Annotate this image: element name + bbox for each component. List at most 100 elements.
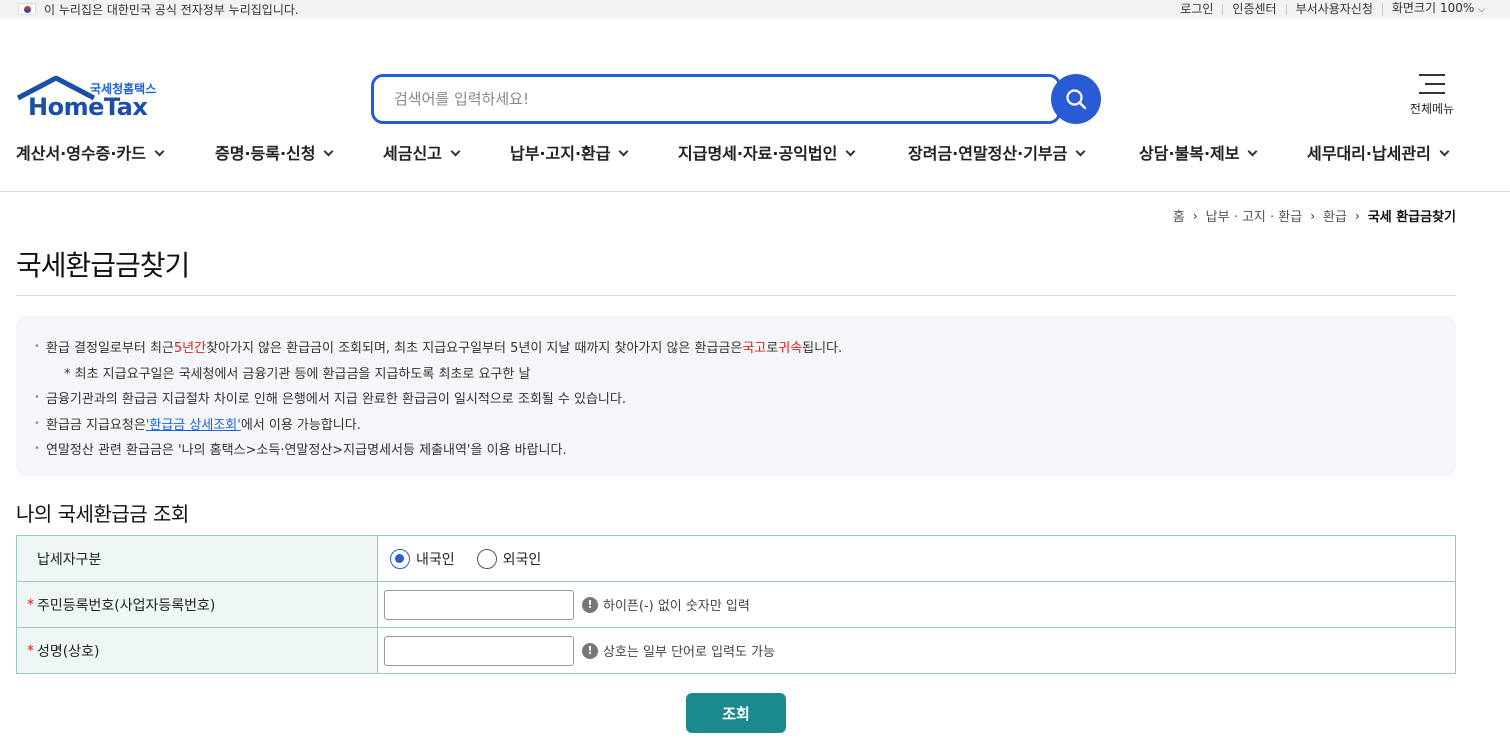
name-label: 성명(상호) — [37, 643, 100, 660]
radio-label: 내국인 — [416, 551, 455, 568]
info-text: * 최초 지급요구일은 국세청에서 금융기관 등에 환급금을 지급하도록 최초로… — [64, 366, 531, 382]
radio-unchecked-icon — [476, 548, 497, 569]
required-mark: * — [27, 642, 34, 659]
hometax-logo[interactable]: 국세청홈택스 HomeTax — [16, 58, 176, 128]
bullet-icon: • — [34, 443, 40, 455]
nav-label: 상담·불복·제보 — [1139, 144, 1240, 163]
name-hint: ! 상호는 일부 단어로 입력도 가능 — [582, 641, 775, 660]
rrn-label: 주민등록번호(사업자등록번호) — [37, 597, 216, 614]
breadcrumb: 홈 › 납부 · 고지 · 환급 › 환급 › 국세 환급금찾기 — [1173, 206, 1456, 226]
nav-item-invoice[interactable]: 계산서·영수증·카드 — [16, 140, 165, 164]
info-text: 금융기관과의 환급금 지급절차 차이로 인해 은행에서 지급 완료한 환급금이 … — [46, 392, 626, 408]
hint-text: 상호는 일부 단어로 입력도 가능 — [603, 645, 776, 660]
hint-text: 하이픈(-) 없이 숫자만 입력 — [603, 599, 750, 614]
gov-notice-bar: 이 누리집은 대한민국 공식 전자정부 누리집입니다. 로그인 인증센터 부서사… — [0, 0, 1510, 18]
chevron-down-icon — [1439, 146, 1450, 157]
info-text: 환급금 지급요청은 — [46, 417, 146, 433]
login-link[interactable]: 로그인 — [1171, 3, 1222, 15]
zoom-value: 100% — [1440, 0, 1475, 15]
bullet-icon: • — [34, 392, 40, 404]
info-text: 됩니다. — [802, 341, 843, 357]
submit-search-button[interactable]: 조회 — [686, 693, 786, 733]
info-line-sub: * 최초 지급요구일은 국세청에서 금융기관 등에 환급금을 지급하도록 최초로… — [34, 360, 1438, 386]
info-text: 에서 이용 가능합니다. — [240, 417, 361, 433]
hamburger-icon — [1419, 74, 1445, 94]
page-title: 국세환급금찾기 — [16, 249, 190, 282]
radio-label: 외국인 — [502, 551, 542, 568]
all-menu-button[interactable]: 전체메뉴 — [1404, 74, 1460, 117]
search-button[interactable] — [1051, 74, 1101, 124]
chevron-down-icon — [845, 146, 856, 157]
nav-item-payment[interactable]: 납부·고지·환급 — [510, 140, 629, 164]
nav-item-statements[interactable]: 지급명세·자료·공익법인 — [678, 140, 856, 164]
info-text: 환급 결정일로부터 최근 — [46, 341, 174, 357]
chevron-down-icon — [619, 146, 629, 157]
nav-label: 세무대리·납세관리 — [1307, 144, 1431, 163]
info-exclamation-icon: ! — [582, 596, 598, 613]
form-row-name: * 성명(상호) ! 상호는 일부 단어로 입력도 가능 — [16, 628, 1456, 674]
chevron-down-icon — [450, 146, 461, 157]
breadcrumb-home[interactable]: 홈 — [1173, 206, 1185, 225]
info-highlight: 귀속 — [778, 341, 803, 357]
chevron-right-icon: › — [1310, 208, 1316, 223]
search-icon — [1066, 89, 1087, 110]
rrn-input[interactable] — [384, 589, 574, 620]
nav-label: 세금신고 — [383, 144, 442, 163]
korea-flag-icon — [18, 3, 36, 15]
search-box — [371, 74, 1061, 124]
form-row-taxpayer-type: 납세자구분 내국인 외국인 — [16, 536, 1456, 582]
chevron-down-icon — [1075, 146, 1086, 157]
header: 국세청홈택스 HomeTax 전체메뉴 — [0, 18, 1510, 124]
chevron-down-icon — [324, 146, 334, 157]
bullet-icon: • — [34, 341, 40, 353]
search-input[interactable] — [394, 90, 1058, 108]
nav-label: 계산서·영수증·카드 — [16, 144, 146, 163]
info-line: • 연말정산 관련 환급금은 '나의 홈택스>소득·연말정산>지급명세서등 제출… — [34, 436, 1438, 462]
name-label-cell: * 성명(상호) — [17, 628, 378, 673]
nav-item-certificate[interactable]: 증명·등록·신청 — [215, 140, 334, 164]
radio-foreign[interactable]: 외국인 — [476, 548, 542, 569]
name-input[interactable] — [384, 635, 574, 666]
cert-center-link[interactable]: 인증센터 — [1222, 3, 1285, 15]
logo-wordmark: HomeTax — [28, 93, 148, 121]
info-text: 연말정산 관련 환급금은 '나의 홈택스>소득·연말정산>지급명세서등 제출내역… — [46, 443, 567, 459]
info-line: • 환급금 지급요청은 '환급금 상세조회' 에서 이용 가능합니다. — [34, 411, 1438, 437]
nav-label: 장려금·연말정산·기부금 — [908, 144, 1068, 163]
info-exclamation-icon: ! — [582, 642, 598, 659]
dept-user-apply-link[interactable]: 부서사용자신청 — [1285, 3, 1382, 15]
nav-label: 지급명세·자료·공익법인 — [678, 144, 838, 163]
taxpayer-type-label: 납세자구분 — [17, 536, 378, 581]
radio-checked-icon — [390, 548, 410, 569]
chevron-down-icon — [154, 146, 165, 157]
section-title: 나의 국세환급금 조회 — [16, 502, 189, 526]
chevron-right-icon: › — [1192, 208, 1198, 223]
rrn-label-cell: * 주민등록번호(사업자등록번호) — [17, 582, 378, 627]
utility-links: 로그인 인증센터 부서사용자신청 화면크기 100% ⌵ — [1171, 0, 1494, 16]
screen-size-label: 화면크기 — [1391, 0, 1437, 15]
refund-search-form: 납세자구분 내국인 외국인 * 주민등록번호(사업자등록번호) ! 하이픈(-)… — [16, 535, 1456, 674]
breadcrumb-refund[interactable]: 환급 — [1323, 206, 1347, 225]
breadcrumb-payment[interactable]: 납부 · 고지 · 환급 — [1206, 206, 1303, 225]
info-highlight: 국고 — [742, 341, 767, 357]
nav-item-agent[interactable]: 세무대리·납세관리 — [1307, 140, 1450, 164]
radio-domestic[interactable]: 내국인 — [390, 548, 455, 569]
nav-item-incentive[interactable]: 장려금·연말정산·기부금 — [908, 140, 1086, 164]
breadcrumb-current: 국세 환급금찾기 — [1367, 210, 1456, 225]
nav-label: 증명·등록·신청 — [215, 144, 316, 163]
chevron-down-icon — [1248, 146, 1258, 157]
divider — [16, 295, 1456, 296]
info-text: 찾아가지 않은 환급금이 조회되며, 최초 지급요구일부터 5년이 지날 때까지… — [206, 341, 743, 357]
info-box: • 환급 결정일로부터 최근 5년간 찾아가지 않은 환급금이 조회되며, 최초… — [16, 316, 1456, 476]
nav-item-tax-report[interactable]: 세금신고 — [383, 140, 461, 164]
info-text: 로 — [766, 341, 779, 357]
screen-size-control[interactable]: 화면크기 100% ⌵ — [1381, 0, 1494, 16]
required-mark: * — [27, 596, 34, 613]
refund-detail-link[interactable]: '환급금 상세조회' — [146, 414, 241, 433]
nav-item-consult[interactable]: 상담·불복·제보 — [1139, 140, 1258, 164]
chevron-down-icon: ⌵ — [1478, 4, 1485, 15]
gov-notice-text: 이 누리집은 대한민국 공식 전자정부 누리집입니다. — [44, 2, 299, 17]
chevron-right-icon: › — [1354, 208, 1360, 223]
info-line: • 환급 결정일로부터 최근 5년간 찾아가지 않은 환급금이 조회되며, 최초… — [34, 334, 1438, 360]
all-menu-label: 전체메뉴 — [1409, 102, 1455, 116]
main-nav: 계산서·영수증·카드 증명·등록·신청 세금신고 납부·고지·환급 지급명세·자… — [0, 126, 1510, 192]
